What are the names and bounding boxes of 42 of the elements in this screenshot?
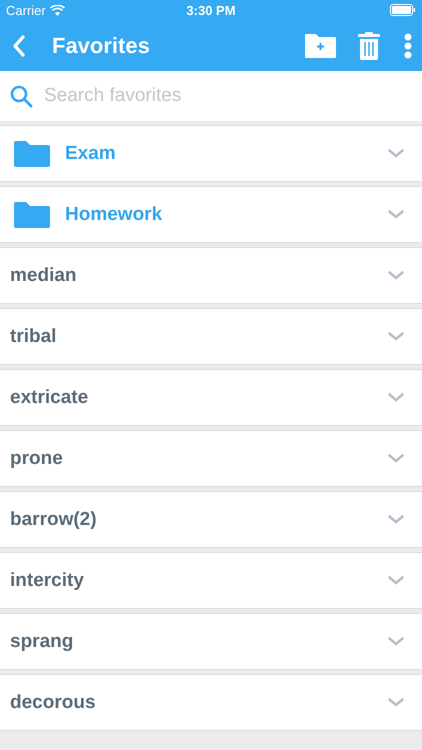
- chevron-down-icon[interactable]: [388, 637, 404, 646]
- word-row[interactable]: median: [0, 247, 422, 304]
- delete-button[interactable]: [358, 32, 380, 60]
- folder-name: Exam: [65, 142, 117, 164]
- chevron-down-icon[interactable]: [388, 393, 404, 402]
- search-bar[interactable]: Search favorites: [0, 71, 422, 121]
- word-text: intercity: [10, 570, 85, 592]
- word-text: decorous: [10, 692, 97, 714]
- chevron-down-icon[interactable]: [388, 332, 404, 341]
- word-row[interactable]: prone: [0, 430, 422, 487]
- more-menu-button[interactable]: [404, 32, 412, 58]
- word-row[interactable]: barrow(2): [0, 491, 422, 548]
- search-icon: [10, 84, 33, 108]
- word-row[interactable]: sprang: [0, 613, 422, 670]
- chevron-down-icon[interactable]: [388, 271, 404, 280]
- word-row[interactable]: tribal: [0, 308, 422, 365]
- chevron-down-icon[interactable]: [388, 454, 404, 463]
- battery-icon: [390, 4, 416, 16]
- chevron-down-icon[interactable]: [388, 515, 404, 524]
- back-button[interactable]: [12, 34, 26, 58]
- new-folder-button[interactable]: [305, 33, 336, 58]
- folder-icon: [14, 140, 50, 166]
- word-row[interactable]: intercity: [0, 552, 422, 609]
- word-text: barrow(2): [10, 508, 98, 530]
- word-text: sprang: [10, 630, 74, 652]
- word-text: prone: [10, 448, 64, 470]
- folder-name: Homework: [65, 204, 164, 226]
- word-row[interactable]: decorous: [0, 674, 422, 731]
- word-text: median: [10, 264, 78, 286]
- wifi-icon: [50, 4, 65, 16]
- status-time: 3:30 PM: [186, 2, 236, 18]
- word-text: tribal: [10, 326, 58, 348]
- word-text: extricate: [10, 386, 90, 408]
- folder-icon: [14, 202, 50, 228]
- screen-title: Favorites: [52, 32, 151, 58]
- word-row[interactable]: extricate: [0, 369, 422, 426]
- chevron-down-icon[interactable]: [388, 698, 404, 707]
- chevron-down-icon[interactable]: [388, 149, 404, 158]
- chevron-down-icon[interactable]: [388, 576, 404, 585]
- search-field[interactable]: Search favorites: [42, 84, 412, 108]
- chevron-down-icon[interactable]: [388, 210, 404, 219]
- carrier-name: Carrier: [6, 2, 46, 18]
